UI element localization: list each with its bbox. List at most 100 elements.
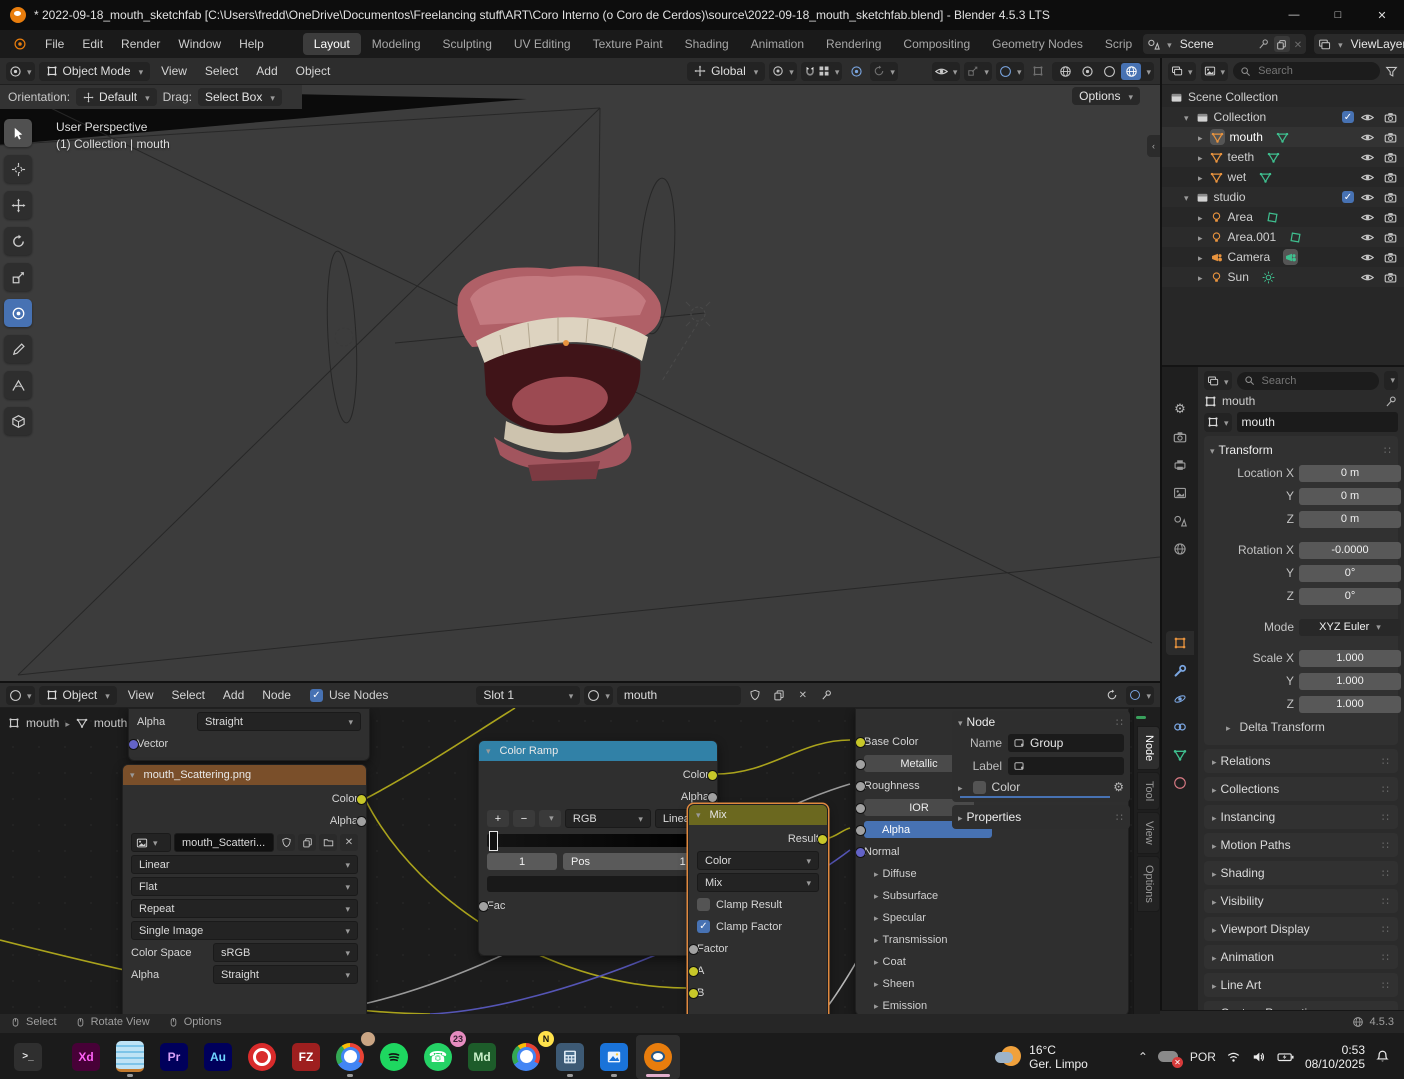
rotation-z-field[interactable]: 0°	[1299, 588, 1401, 605]
tab-uv-editing[interactable]: UV Editing	[503, 33, 582, 55]
tab-rendering[interactable]: Rendering	[815, 33, 892, 55]
result-output-socket[interactable]	[817, 834, 828, 845]
outliner-display-mode[interactable]	[1168, 62, 1196, 81]
image-open-button[interactable]	[319, 834, 337, 851]
location-y-field[interactable]: 0 m	[1299, 488, 1401, 505]
base-color-input-socket[interactable]	[855, 737, 866, 748]
mix-node[interactable]: Mix Result Color Mix Clamp Result Clamp …	[688, 804, 828, 1014]
location-z-field[interactable]: 0 m	[1299, 511, 1401, 528]
tab-geometry-nodes[interactable]: Geometry Nodes	[981, 33, 1094, 55]
properties-options-dropdown[interactable]	[1384, 371, 1398, 390]
hide-eye-toggle[interactable]	[1357, 191, 1377, 204]
image-node-partial[interactable]: Alpha Straight Vector	[128, 708, 370, 761]
options-dropdown[interactable]: Options	[1072, 87, 1140, 105]
close-button[interactable]: ✕	[1360, 0, 1404, 30]
outliner-row-studio[interactable]: studio	[1162, 187, 1404, 207]
roughness-input-socket[interactable]	[855, 781, 866, 792]
properties-filter-button[interactable]	[1204, 371, 1232, 390]
hide-eye-toggle[interactable]	[1357, 171, 1377, 184]
location-x-field[interactable]: 0 m	[1299, 465, 1401, 482]
panel-animation[interactable]: Animation	[1204, 945, 1398, 969]
shading-wireframe-button[interactable]	[1055, 63, 1075, 80]
ramp-tools-dropdown[interactable]	[539, 810, 561, 827]
panel-line-art[interactable]: Line Art	[1204, 973, 1398, 997]
render-camera-toggle[interactable]	[1380, 191, 1400, 204]
panel-relations[interactable]: Relations	[1204, 749, 1398, 773]
alpha-mode-dropdown[interactable]: Straight	[213, 965, 358, 984]
metallic-input-socket[interactable]	[855, 759, 866, 770]
collapse-icon[interactable]	[130, 769, 139, 781]
tab-view[interactable]: View	[1137, 812, 1160, 854]
scale-tool[interactable]	[4, 263, 32, 291]
taskbar-markdown[interactable]: Md	[460, 1035, 504, 1079]
partial-alpha-mode-dropdown[interactable]: Straight	[197, 712, 361, 731]
panel-drag-grip[interactable]	[1116, 715, 1124, 729]
taskbar-photos[interactable]	[592, 1035, 636, 1079]
shader-menu-view[interactable]: View	[121, 685, 161, 705]
remove-stop-button[interactable]: −	[513, 810, 535, 827]
render-camera-toggle[interactable]	[1380, 271, 1400, 284]
tab-sculpting[interactable]: Sculpting	[432, 33, 503, 55]
section-specular[interactable]: Specular	[883, 912, 926, 924]
scale-z-field[interactable]: 1.000	[1299, 696, 1401, 713]
tab-modifier-props[interactable]	[1166, 659, 1194, 683]
outliner-search[interactable]	[1233, 62, 1380, 80]
unlink-material-button[interactable]	[793, 687, 813, 704]
material-name-field[interactable]: mouth	[617, 686, 741, 705]
transform-collapse-icon[interactable]	[1210, 443, 1219, 457]
viewport-menu-object[interactable]: Object	[289, 61, 338, 81]
shading-dropdown-icon[interactable]	[1143, 64, 1151, 78]
taskbar-whatsapp[interactable]: ☎23	[416, 1035, 460, 1079]
rotation-y-field[interactable]: 0°	[1299, 565, 1401, 582]
taskbar-blender[interactable]	[636, 1035, 680, 1079]
transform-orientation-selector[interactable]: Global	[687, 62, 765, 81]
outliner-row-teeth[interactable]: teeth	[1162, 147, 1404, 167]
tab-physics-props[interactable]	[1166, 687, 1194, 711]
clamp-factor-checkbox[interactable]	[697, 920, 710, 933]
overlays-dropdown[interactable]	[996, 62, 1025, 81]
fake-user-button[interactable]	[745, 687, 765, 704]
hide-eye-toggle[interactable]	[1357, 111, 1377, 124]
new-scene-button[interactable]	[1274, 36, 1290, 52]
minimize-button[interactable]: —	[1272, 0, 1316, 30]
mix-type-dropdown[interactable]: Color	[697, 851, 819, 870]
taskbar-chrome-notion[interactable]: N	[504, 1035, 548, 1079]
properties-breadcrumb[interactable]: mouth	[1222, 394, 1255, 408]
extension-dropdown[interactable]: Repeat	[131, 899, 358, 918]
outliner-search-input[interactable]	[1256, 64, 1373, 78]
render-camera-toggle[interactable]	[1380, 111, 1400, 124]
ior-input-socket[interactable]	[855, 803, 866, 814]
wifi-icon[interactable]	[1226, 1050, 1241, 1064]
hide-eye-toggle[interactable]	[1357, 231, 1377, 244]
hide-eye-toggle[interactable]	[1357, 151, 1377, 164]
taskbar-red-media-app[interactable]	[240, 1035, 284, 1079]
color-ramp-node[interactable]: Color Ramp Color Alpha + − RGB Linear	[478, 740, 718, 956]
node-name-field[interactable]: Group	[1008, 734, 1124, 752]
menu-edit[interactable]: Edit	[73, 33, 112, 55]
properties-panel-title[interactable]: Properties	[967, 810, 1022, 824]
stop-index-field[interactable]: 1	[487, 853, 557, 870]
breadcrumb-object[interactable]: mouth	[26, 716, 59, 730]
shader-canvas[interactable]: mouth mouth mouth Alpha Straig	[0, 708, 1160, 1014]
fac-input-socket[interactable]	[478, 901, 489, 912]
orientation-dropdown[interactable]: Default	[76, 88, 157, 106]
mix-blend-dropdown[interactable]: Mix	[697, 873, 819, 892]
outliner-filter-mode[interactable]	[1201, 62, 1229, 81]
shader-type-selector[interactable]: Object	[39, 686, 117, 705]
taskbar-clock[interactable]: 0:53 08/10/2025	[1305, 1043, 1365, 1071]
menu-window[interactable]: Window	[169, 33, 230, 55]
tab-tool[interactable]: Tool	[1137, 772, 1160, 810]
section-coat[interactable]: Coat	[883, 956, 906, 968]
render-camera-toggle[interactable]	[1380, 251, 1400, 264]
hide-eye-toggle[interactable]	[1357, 251, 1377, 264]
outliner-row-area[interactable]: Area	[1162, 207, 1404, 227]
snapping-controls[interactable]	[801, 62, 843, 81]
taskbar-calculator[interactable]	[548, 1035, 592, 1079]
image-fake-user-button[interactable]	[277, 834, 295, 851]
clamp-result-checkbox[interactable]	[697, 898, 710, 911]
panel-drag-grip[interactable]	[1384, 443, 1392, 457]
tab-shading[interactable]: Shading	[674, 33, 740, 55]
tab-scene-props[interactable]	[1166, 509, 1194, 533]
proportional-edit-button[interactable]	[846, 63, 866, 80]
use-nodes-checkbox[interactable]	[310, 689, 323, 702]
